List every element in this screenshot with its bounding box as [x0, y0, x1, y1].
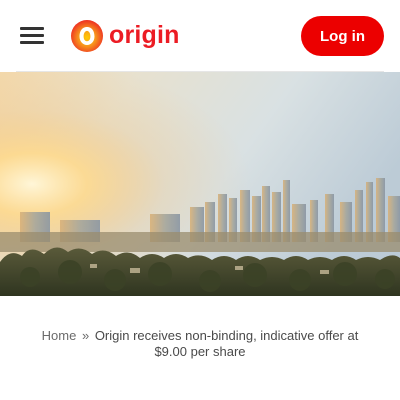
breadcrumb-current-page: Origin receives non-binding, indicative … [94, 328, 359, 359]
menu-bar [20, 41, 44, 44]
site-header: origin Log in [0, 0, 400, 72]
origin-logo-text: origin [109, 20, 180, 49]
login-button[interactable]: Log in [301, 16, 384, 56]
breadcrumb-home-link[interactable]: Home [42, 328, 77, 343]
origin-logo[interactable]: origin [70, 18, 180, 54]
menu-bar [20, 34, 44, 37]
origin-logo-icon [71, 20, 103, 52]
menu-bar [20, 27, 44, 30]
breadcrumb-separator: » [81, 328, 90, 343]
hamburger-menu-icon[interactable] [18, 24, 46, 48]
breadcrumb: Home » Origin receives non-binding, indi… [28, 328, 372, 360]
hero-city-skyline-image [0, 72, 400, 296]
